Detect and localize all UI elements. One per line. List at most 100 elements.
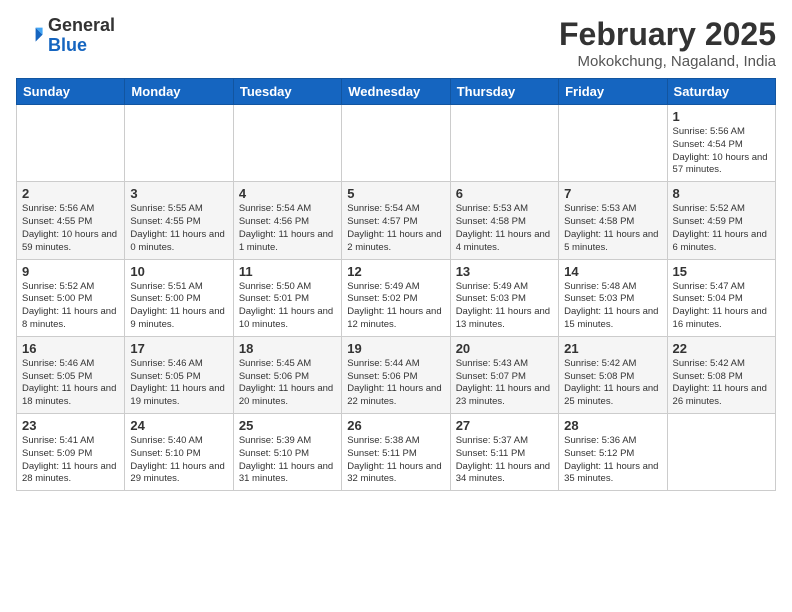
- day-info: Sunrise: 5:51 AM Sunset: 5:00 PM Dayligh…: [130, 281, 227, 332]
- day-number: 3: [130, 186, 227, 201]
- day-number: 6: [456, 186, 553, 201]
- day-info: Sunrise: 5:46 AM Sunset: 5:05 PM Dayligh…: [22, 358, 119, 409]
- page-header: General Blue February 2025 Mokokchung, N…: [16, 16, 776, 70]
- day-info: Sunrise: 5:56 AM Sunset: 4:54 PM Dayligh…: [673, 126, 770, 177]
- day-number: 5: [347, 186, 444, 201]
- day-cell: 24 Sunrise: 5:40 AM Sunset: 5:10 PM Dayli…: [125, 414, 233, 491]
- day-number: 21: [564, 341, 661, 356]
- day-info: Sunrise: 5:52 AM Sunset: 5:00 PM Dayligh…: [22, 281, 119, 332]
- day-number: 22: [673, 341, 770, 356]
- day-number: 12: [347, 264, 444, 279]
- day-cell: 5 Sunrise: 5:54 AM Sunset: 4:57 PM Daylig…: [342, 182, 450, 259]
- day-number: 14: [564, 264, 661, 279]
- day-cell: 13 Sunrise: 5:49 AM Sunset: 5:03 PM Dayli…: [450, 259, 558, 336]
- column-header-friday: Friday: [559, 79, 667, 105]
- day-cell: 20 Sunrise: 5:43 AM Sunset: 5:07 PM Dayli…: [450, 336, 558, 413]
- day-cell: [450, 105, 558, 182]
- title-block: February 2025 Mokokchung, Nagaland, Indi…: [559, 16, 776, 70]
- week-row-4: 16 Sunrise: 5:46 AM Sunset: 5:05 PM Dayli…: [17, 336, 776, 413]
- day-cell: 19 Sunrise: 5:44 AM Sunset: 5:06 PM Dayli…: [342, 336, 450, 413]
- column-header-tuesday: Tuesday: [233, 79, 341, 105]
- day-number: 13: [456, 264, 553, 279]
- day-cell: 26Sunrise: 5:38 AM Sunset: 5:11 PM Dayli…: [342, 414, 450, 491]
- day-info: Sunrise: 5:56 AM Sunset: 4:55 PM Dayligh…: [22, 203, 119, 254]
- day-cell: 6 Sunrise: 5:53 AM Sunset: 4:58 PM Daylig…: [450, 182, 558, 259]
- day-cell: 4 Sunrise: 5:54 AM Sunset: 4:56 PM Daylig…: [233, 182, 341, 259]
- day-cell: 28Sunrise: 5:36 AM Sunset: 5:12 PM Dayli…: [559, 414, 667, 491]
- column-header-sunday: Sunday: [17, 79, 125, 105]
- day-number: 10: [130, 264, 227, 279]
- day-cell: 22 Sunrise: 5:42 AM Sunset: 5:08 PM Dayli…: [667, 336, 775, 413]
- column-header-thursday: Thursday: [450, 79, 558, 105]
- month-year: February 2025: [559, 16, 776, 53]
- column-header-wednesday: Wednesday: [342, 79, 450, 105]
- logo-text: General Blue: [48, 16, 115, 56]
- week-row-2: 2Sunrise: 5:56 AM Sunset: 4:55 PM Daylig…: [17, 182, 776, 259]
- logo-icon: [16, 22, 44, 50]
- day-info: Sunrise: 5:49 AM Sunset: 5:03 PM Dayligh…: [456, 281, 553, 332]
- day-number: 25: [239, 418, 336, 433]
- day-cell: 2Sunrise: 5:56 AM Sunset: 4:55 PM Daylig…: [17, 182, 125, 259]
- day-number: 4: [239, 186, 336, 201]
- day-cell: 16 Sunrise: 5:46 AM Sunset: 5:05 PM Dayli…: [17, 336, 125, 413]
- day-info: Sunrise: 5:49 AM Sunset: 5:02 PM Dayligh…: [347, 281, 444, 332]
- day-info: Sunrise: 5:46 AM Sunset: 5:05 PM Dayligh…: [130, 358, 227, 409]
- day-info: Sunrise: 5:42 AM Sunset: 5:08 PM Dayligh…: [564, 358, 661, 409]
- day-number: 16: [22, 341, 119, 356]
- day-info: Sunrise: 5:43 AM Sunset: 5:07 PM Dayligh…: [456, 358, 553, 409]
- day-number: 24: [130, 418, 227, 433]
- logo-blue: Blue: [48, 35, 87, 55]
- day-cell: [233, 105, 341, 182]
- day-cell: 27Sunrise: 5:37 AM Sunset: 5:11 PM Dayli…: [450, 414, 558, 491]
- day-cell: 7Sunrise: 5:53 AM Sunset: 4:58 PM Daylig…: [559, 182, 667, 259]
- day-number: 26: [347, 418, 444, 433]
- day-number: 1: [673, 109, 770, 124]
- day-number: 28: [564, 418, 661, 433]
- day-cell: 21 Sunrise: 5:42 AM Sunset: 5:08 PM Dayli…: [559, 336, 667, 413]
- day-info: Sunrise: 5:47 AM Sunset: 5:04 PM Dayligh…: [673, 281, 770, 332]
- day-number: 27: [456, 418, 553, 433]
- calendar-header-row: SundayMondayTuesdayWednesdayThursdayFrid…: [17, 79, 776, 105]
- day-number: 17: [130, 341, 227, 356]
- day-cell: 25 Sunrise: 5:39 AM Sunset: 5:10 PM Dayli…: [233, 414, 341, 491]
- day-cell: 3 Sunrise: 5:55 AM Sunset: 4:55 PM Daylig…: [125, 182, 233, 259]
- day-info: Sunrise: 5:39 AM Sunset: 5:10 PM Dayligh…: [239, 435, 336, 486]
- logo-general: General: [48, 15, 115, 35]
- day-info: Sunrise: 5:52 AM Sunset: 4:59 PM Dayligh…: [673, 203, 770, 254]
- day-number: 20: [456, 341, 553, 356]
- week-row-1: 1 Sunrise: 5:56 AM Sunset: 4:54 PM Daylig…: [17, 105, 776, 182]
- day-info: Sunrise: 5:53 AM Sunset: 4:58 PM Dayligh…: [564, 203, 661, 254]
- day-info: Sunrise: 5:50 AM Sunset: 5:01 PM Dayligh…: [239, 281, 336, 332]
- day-info: Sunrise: 5:53 AM Sunset: 4:58 PM Dayligh…: [456, 203, 553, 254]
- location: Mokokchung, Nagaland, India: [559, 53, 776, 70]
- day-number: 23: [22, 418, 119, 433]
- column-header-monday: Monday: [125, 79, 233, 105]
- day-info: Sunrise: 5:42 AM Sunset: 5:08 PM Dayligh…: [673, 358, 770, 409]
- column-header-saturday: Saturday: [667, 79, 775, 105]
- day-cell: [125, 105, 233, 182]
- day-info: Sunrise: 5:45 AM Sunset: 5:06 PM Dayligh…: [239, 358, 336, 409]
- day-cell: 17 Sunrise: 5:46 AM Sunset: 5:05 PM Dayli…: [125, 336, 233, 413]
- day-info: Sunrise: 5:54 AM Sunset: 4:57 PM Dayligh…: [347, 203, 444, 254]
- day-cell: 15 Sunrise: 5:47 AM Sunset: 5:04 PM Dayli…: [667, 259, 775, 336]
- day-cell: 8Sunrise: 5:52 AM Sunset: 4:59 PM Daylig…: [667, 182, 775, 259]
- day-info: Sunrise: 5:44 AM Sunset: 5:06 PM Dayligh…: [347, 358, 444, 409]
- day-cell: [342, 105, 450, 182]
- day-cell: 23Sunrise: 5:41 AM Sunset: 5:09 PM Dayli…: [17, 414, 125, 491]
- week-row-5: 23Sunrise: 5:41 AM Sunset: 5:09 PM Dayli…: [17, 414, 776, 491]
- day-cell: 12 Sunrise: 5:49 AM Sunset: 5:02 PM Dayli…: [342, 259, 450, 336]
- day-cell: [17, 105, 125, 182]
- day-cell: 14Sunrise: 5:48 AM Sunset: 5:03 PM Dayli…: [559, 259, 667, 336]
- day-number: 15: [673, 264, 770, 279]
- day-cell: 11Sunrise: 5:50 AM Sunset: 5:01 PM Dayli…: [233, 259, 341, 336]
- day-cell: 10 Sunrise: 5:51 AM Sunset: 5:00 PM Dayli…: [125, 259, 233, 336]
- week-row-3: 9Sunrise: 5:52 AM Sunset: 5:00 PM Daylig…: [17, 259, 776, 336]
- day-number: 19: [347, 341, 444, 356]
- day-info: Sunrise: 5:55 AM Sunset: 4:55 PM Dayligh…: [130, 203, 227, 254]
- logo: General Blue: [16, 16, 115, 56]
- day-info: Sunrise: 5:40 AM Sunset: 5:10 PM Dayligh…: [130, 435, 227, 486]
- day-cell: 18 Sunrise: 5:45 AM Sunset: 5:06 PM Dayli…: [233, 336, 341, 413]
- day-info: Sunrise: 5:54 AM Sunset: 4:56 PM Dayligh…: [239, 203, 336, 254]
- day-cell: 1 Sunrise: 5:56 AM Sunset: 4:54 PM Daylig…: [667, 105, 775, 182]
- day-number: 18: [239, 341, 336, 356]
